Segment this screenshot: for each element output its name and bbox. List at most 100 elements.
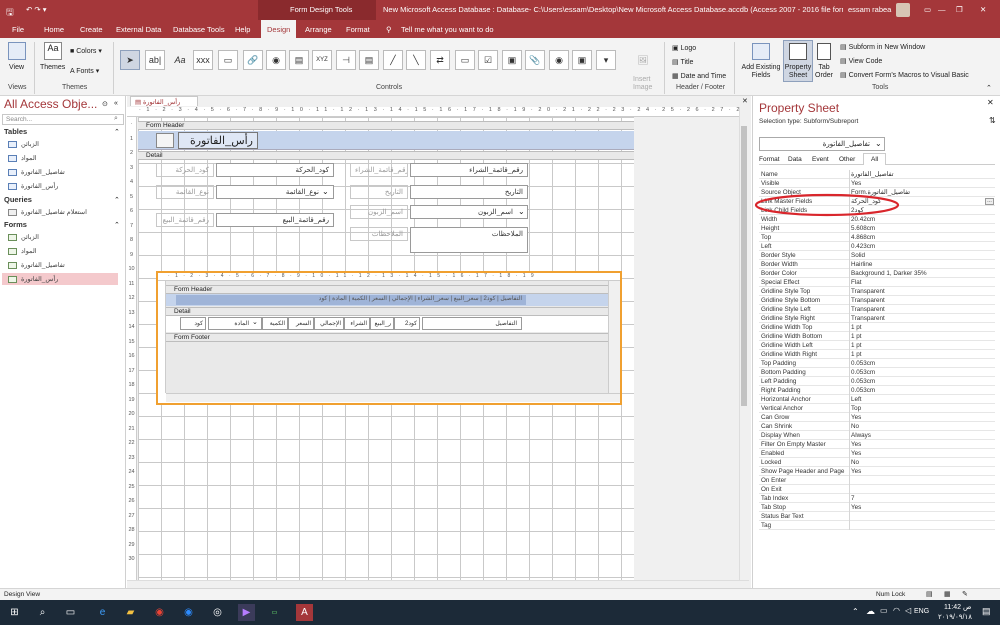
toggle-button-icon[interactable]: ⇄ xyxy=(430,50,450,70)
subform-cell[interactable]: السعر xyxy=(288,317,314,330)
access-app-icon[interactable]: A xyxy=(296,604,313,621)
form-logo-icon[interactable] xyxy=(156,133,174,148)
nav-item-table[interactable]: رأس_الفاتورة xyxy=(8,180,124,192)
horizontal-scrollbar[interactable] xyxy=(127,580,749,588)
option-button-icon[interactable]: ◉ xyxy=(549,50,569,70)
language-indicator[interactable]: ENG xyxy=(914,608,929,615)
wifi-icon[interactable]: ◠ xyxy=(893,606,900,615)
property-row[interactable]: Border Style Solid xyxy=(759,251,995,260)
property-row[interactable]: On Exit xyxy=(759,485,995,494)
raqm-bay-field[interactable]: رقم_قائمة_البيع xyxy=(216,213,334,227)
property-value[interactable]: Top xyxy=(851,405,861,412)
property-value[interactable]: Yes xyxy=(851,441,861,448)
property-row[interactable]: Border Width Hairline xyxy=(759,260,995,269)
property-value[interactable]: 0.053cm xyxy=(851,369,875,376)
tab-create[interactable]: Create xyxy=(80,25,103,34)
property-row[interactable]: Gridline Style Left Transparent xyxy=(759,305,995,314)
clock-date[interactable]: ٢٠١٩/٠٩/١٨ xyxy=(938,613,972,621)
property-value[interactable]: Yes xyxy=(851,468,861,475)
line-control-icon[interactable]: ╲ xyxy=(406,50,426,70)
rectangle-control-icon[interactable]: ▭ xyxy=(455,50,475,70)
chevron-up-icon[interactable]: ⌃ xyxy=(114,128,120,136)
logo-button[interactable]: ▣ Logo xyxy=(672,44,696,52)
property-tab-other[interactable]: Other xyxy=(839,156,855,163)
property-value[interactable]: Left xyxy=(851,396,862,403)
field-label[interactable]: اسم_الزبون xyxy=(350,205,408,219)
property-value[interactable]: 0.053cm xyxy=(851,360,875,367)
property-value[interactable]: Transparent xyxy=(851,315,885,322)
property-value[interactable]: Flat xyxy=(851,279,862,286)
property-value[interactable]: Yes xyxy=(851,180,861,187)
avatar[interactable] xyxy=(896,3,910,17)
property-row[interactable]: Can Shrink No xyxy=(759,422,995,431)
tarikh-field[interactable]: التاريخ xyxy=(410,185,528,199)
subform-new-window-button[interactable]: ▤ Subform in New Window xyxy=(840,43,925,51)
nav-item-table[interactable]: المواد xyxy=(8,152,124,164)
subform-cell[interactable]: الكمية xyxy=(262,317,288,330)
controls-more-icon[interactable]: ▾ xyxy=(596,50,616,70)
save-icon[interactable]: 🖫 xyxy=(6,5,14,21)
property-sheet-button[interactable]: Property Sheet xyxy=(783,64,813,80)
close-icon[interactable]: ✕ xyxy=(987,98,994,107)
chevron-down-icon[interactable]: ⌄ xyxy=(252,318,258,326)
property-value[interactable]: Solid xyxy=(851,252,865,259)
page-break-icon[interactable]: ⊣ xyxy=(336,50,356,70)
document-tab[interactable]: ▤ رأس_الفاتورة xyxy=(130,96,198,106)
insert-image-icon[interactable]: 🖼 xyxy=(633,50,653,70)
property-row[interactable]: Locked No xyxy=(759,458,995,467)
close-document-icon[interactable]: ✕ xyxy=(742,97,748,105)
naw-qaima-combo[interactable]: نوع_القائمة xyxy=(216,185,334,199)
property-value[interactable]: 20.42cm xyxy=(851,216,875,223)
onedrive-icon[interactable]: ☁ xyxy=(866,606,875,617)
attachment-control-icon[interactable]: 📎 xyxy=(525,50,545,70)
game-icon[interactable]: ◎ xyxy=(209,604,226,621)
search-input[interactable]: Search... xyxy=(2,114,124,125)
windows-start-icon[interactable]: ⊞ xyxy=(6,604,23,621)
view-code-button[interactable]: ▤ View Code xyxy=(840,57,882,65)
themes-button[interactable]: Themes xyxy=(40,64,65,71)
property-row[interactable]: Right Padding 0.053cm xyxy=(759,386,995,395)
property-value[interactable]: 5.608cm xyxy=(851,225,875,232)
property-value[interactable]: تفاصيل_الفاتورة xyxy=(851,171,894,178)
nav-item-table[interactable]: تفاصيل_الفاتورة xyxy=(8,166,124,178)
nav-item-table[interactable]: الزبائن xyxy=(8,138,124,150)
property-row[interactable]: Gridline Width Bottom 1 pt xyxy=(759,332,995,341)
form-title-label[interactable]: رأس_الفاتورة xyxy=(178,132,258,149)
nav-item-query[interactable]: استعلام تفاصيل_الفاتورة xyxy=(8,206,124,218)
property-sheet-icon[interactable] xyxy=(789,43,807,60)
kod-haraka-field[interactable]: كود_الحركة xyxy=(216,163,334,177)
task-view-icon[interactable]: ▭ xyxy=(62,604,79,621)
minimize-icon[interactable]: — xyxy=(938,5,946,14)
chrome-icon[interactable]: ◉ xyxy=(151,604,168,621)
property-value[interactable]: 7 xyxy=(851,495,855,502)
field-label[interactable]: التاريخ xyxy=(350,185,408,199)
ribbon-options-icon[interactable]: ▭ xyxy=(924,5,931,14)
subform-detail-bar[interactable]: Detail xyxy=(166,307,608,316)
checkbox-control-icon[interactable]: ☑ xyxy=(478,50,498,70)
property-value[interactable]: 1 pt xyxy=(851,333,862,340)
convert-macros-button[interactable]: ▤ Convert Form's Macros to Visual Basic xyxy=(840,71,969,79)
property-value[interactable]: 0.053cm xyxy=(851,378,875,385)
nav-collapse-icon[interactable]: « xyxy=(114,100,118,107)
textbox-control-icon[interactable]: ab| xyxy=(145,50,165,70)
subform-cell[interactable]: كود2 xyxy=(394,317,420,330)
property-value[interactable]: 4.868cm xyxy=(851,234,875,241)
close-icon[interactable]: ✕ xyxy=(980,5,986,14)
option-group-icon[interactable]: XYZ xyxy=(312,50,332,70)
fonts-button[interactable]: A Fonts ▾ xyxy=(70,67,99,75)
property-value[interactable]: 1 pt xyxy=(851,351,862,358)
chevron-up-icon[interactable]: ⌃ xyxy=(114,221,120,229)
property-value[interactable]: Transparent xyxy=(851,288,885,295)
property-row[interactable]: Visible Yes xyxy=(759,179,995,188)
property-value[interactable]: 1 pt xyxy=(851,324,862,331)
clock-time[interactable]: 11:42 ص xyxy=(944,603,971,611)
subform-header-labels[interactable]: التفاصيل | كود2 | سعر_البيع | سعر_الشراء… xyxy=(176,295,526,305)
navigation-control-icon[interactable]: ▤ xyxy=(289,50,309,70)
property-value[interactable]: 0.053cm xyxy=(851,387,875,394)
property-value[interactable]: Yes xyxy=(851,504,861,511)
edge-icon[interactable]: e xyxy=(94,604,111,621)
tab-order-icon[interactable] xyxy=(817,43,831,60)
property-tab-event[interactable]: Event xyxy=(812,156,829,163)
field-label[interactable]: نوع_القائمة xyxy=(156,185,214,199)
property-value[interactable]: Transparent xyxy=(851,297,885,304)
